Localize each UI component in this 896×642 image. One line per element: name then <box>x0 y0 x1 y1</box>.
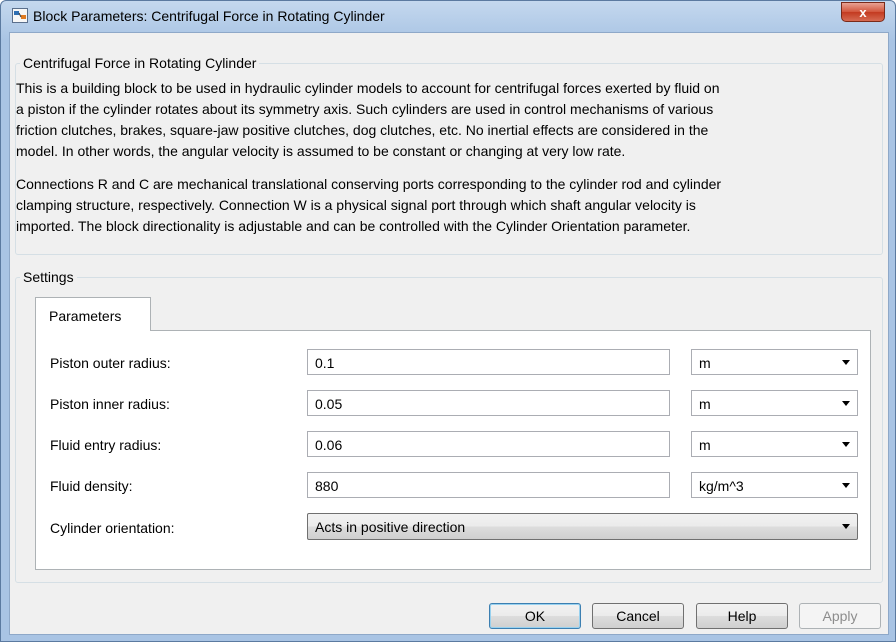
piston-outer-radius-input[interactable]: 0.1 <box>307 349 670 375</box>
fluid-entry-radius-value: 0.06 <box>315 437 343 453</box>
simulink-app-icon <box>12 8 28 23</box>
fluid-density-value: 880 <box>315 478 339 494</box>
chevron-down-icon <box>842 401 850 406</box>
piston-inner-radius-input[interactable]: 0.05 <box>307 390 670 416</box>
cylinder-orientation-label: Cylinder orientation: <box>50 520 175 536</box>
description-line: This is a building block to be used in h… <box>16 80 720 96</box>
fluid-density-unit: kg/m^3 <box>699 478 744 494</box>
help-button[interactable]: Help <box>696 603 788 629</box>
title-bar[interactable]: Block Parameters: Centrifugal Force in R… <box>1 1 895 32</box>
cylinder-orientation-select[interactable]: Acts in positive direction <box>307 513 858 540</box>
fluid-entry-radius-unit-select[interactable]: m <box>691 431 858 457</box>
piston-inner-radius-unit-select[interactable]: m <box>691 390 858 416</box>
piston-inner-radius-value: 0.05 <box>315 396 343 412</box>
tab-parameters-label: Parameters <box>49 308 122 324</box>
description-line: clamping structure, respectively. Connec… <box>16 197 696 213</box>
description-paragraph-2: Connections R and C are mechanical trans… <box>16 174 866 237</box>
apply-button[interactable]: Apply <box>799 603 881 629</box>
close-icon: x <box>859 5 867 20</box>
chevron-down-icon <box>842 360 850 365</box>
cancel-button[interactable]: Cancel <box>592 603 684 629</box>
close-button[interactable]: x <box>841 2 885 22</box>
description-paragraph-1: This is a building block to be used in h… <box>16 78 866 162</box>
tab-parameters[interactable]: Parameters <box>35 297 151 331</box>
piston-outer-radius-label: Piston outer radius: <box>50 355 171 371</box>
fluid-density-unit-select[interactable]: kg/m^3 <box>691 472 858 498</box>
piston-outer-radius-unit-select[interactable]: m <box>691 349 858 375</box>
chevron-down-icon <box>842 442 850 447</box>
description-group-title: Centrifugal Force in Rotating Cylinder <box>23 55 257 71</box>
fluid-entry-radius-input[interactable]: 0.06 <box>307 431 670 457</box>
piston-outer-radius-unit: m <box>699 355 711 371</box>
fluid-entry-radius-label: Fluid entry radius: <box>50 437 162 453</box>
description-line: model. In other words, the angular veloc… <box>16 143 626 159</box>
description-line: friction clutches, brakes, square-jaw po… <box>16 122 709 138</box>
piston-inner-radius-unit: m <box>699 396 711 412</box>
piston-inner-radius-label: Piston inner radius: <box>50 396 170 412</box>
ok-button[interactable]: OK <box>489 603 581 629</box>
fluid-entry-radius-unit: m <box>699 437 711 453</box>
dialog-client-area: Centrifugal Force in Rotating Cylinder T… <box>9 32 889 635</box>
chevron-down-icon <box>842 524 850 529</box>
chevron-down-icon <box>842 483 850 488</box>
fluid-density-label: Fluid density: <box>50 478 133 494</box>
window-title: Block Parameters: Centrifugal Force in R… <box>33 8 385 24</box>
cylinder-orientation-value: Acts in positive direction <box>315 519 466 535</box>
settings-group-title: Settings <box>23 269 74 285</box>
description-line: imported. The block directionality is ad… <box>16 218 691 234</box>
dialog-window: Block Parameters: Centrifugal Force in R… <box>0 0 896 642</box>
description-line: Connections R and C are mechanical trans… <box>16 176 722 192</box>
piston-outer-radius-value: 0.1 <box>315 355 335 371</box>
description-line: a piston if the cylinder rotates about i… <box>16 101 714 117</box>
fluid-density-input[interactable]: 880 <box>307 472 670 498</box>
